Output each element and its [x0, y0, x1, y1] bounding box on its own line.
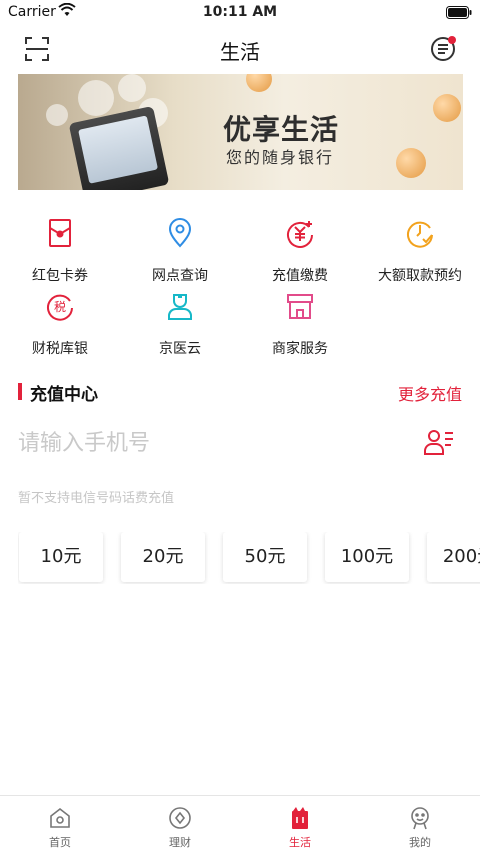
- amount-option[interactable]: 20元: [121, 532, 205, 582]
- service-merchant[interactable]: 商家服务: [240, 291, 360, 363]
- recharge-section-header: 充值中心 更多充值: [0, 378, 480, 408]
- home-icon: [48, 806, 72, 830]
- amount-options: 10元 20元 50元 100元 200元: [18, 532, 480, 584]
- life-icon: [288, 806, 312, 830]
- page-title: 生活: [220, 40, 260, 64]
- status-bar: Carrier 10:11 AM: [0, 0, 480, 26]
- service-medical[interactable]: 京医云: [120, 291, 240, 363]
- phone-input-row: [18, 424, 462, 464]
- finance-icon: [168, 806, 192, 830]
- profile-icon: [408, 806, 432, 830]
- phone-illustration: [68, 105, 170, 190]
- service-withdrawal-booking[interactable]: 大额取款预约: [360, 218, 480, 290]
- service-branch-search[interactable]: 网点查询: [120, 218, 240, 290]
- tab-label: 我的: [409, 836, 431, 849]
- nav-bar: 生活: [0, 26, 480, 72]
- amount-option[interactable]: 10元: [19, 532, 103, 582]
- tab-profile[interactable]: 我的: [360, 796, 480, 854]
- service-label: 商家服务: [272, 341, 328, 357]
- service-label: 财税库银: [32, 341, 88, 357]
- message-icon[interactable]: [430, 35, 458, 67]
- more-recharge-link[interactable]: 更多充值: [398, 381, 462, 405]
- recharge-icon: [285, 218, 315, 248]
- amount-option[interactable]: 100元: [325, 532, 409, 582]
- phone-number-input[interactable]: [18, 424, 398, 462]
- service-recharge[interactable]: 充值缴费: [240, 218, 360, 290]
- battery-icon: [446, 6, 472, 23]
- red-packet-icon: [45, 218, 75, 248]
- amount-option[interactable]: 200元: [427, 532, 480, 582]
- amount-option[interactable]: 50元: [223, 532, 307, 582]
- service-label: 京医云: [159, 341, 201, 357]
- doctor-icon: [165, 291, 195, 321]
- clock-check-icon: [405, 218, 435, 248]
- section-title: 充值中心: [30, 385, 98, 405]
- banner-subline: 您的随身银行: [226, 148, 335, 167]
- contact-book-icon[interactable]: [424, 428, 454, 460]
- service-red-packet[interactable]: 红包卡券: [0, 218, 120, 290]
- banner-headline: 优享生活: [223, 113, 340, 146]
- store-icon: [285, 291, 315, 321]
- tax-icon: 税: [45, 291, 75, 321]
- section-accent-bar: [18, 383, 22, 400]
- location-pin-icon: [165, 218, 195, 248]
- service-label: 网点查询: [152, 268, 208, 284]
- promo-banner[interactable]: 优享生活 您的随身银行: [18, 74, 463, 190]
- bottom-tab-bar: 首页 理财 生活 我的: [0, 795, 480, 854]
- service-label: 大额取款预约: [378, 268, 462, 284]
- service-label: 红包卡券: [32, 268, 88, 284]
- tab-label: 生活: [289, 836, 311, 849]
- tab-life[interactable]: 生活: [240, 796, 360, 854]
- svg-text:税: 税: [54, 300, 66, 314]
- service-tax[interactable]: 税 财税库银: [0, 291, 120, 363]
- tab-home[interactable]: 首页: [0, 796, 120, 854]
- clock: 10:11 AM: [202, 4, 278, 20]
- tab-label: 首页: [49, 836, 71, 849]
- tab-label: 理财: [169, 836, 191, 849]
- tab-finance[interactable]: 理财: [120, 796, 240, 854]
- recharge-hint: 暂不支持电信号码话费充值: [18, 491, 175, 506]
- service-label: 充值缴费: [272, 268, 328, 284]
